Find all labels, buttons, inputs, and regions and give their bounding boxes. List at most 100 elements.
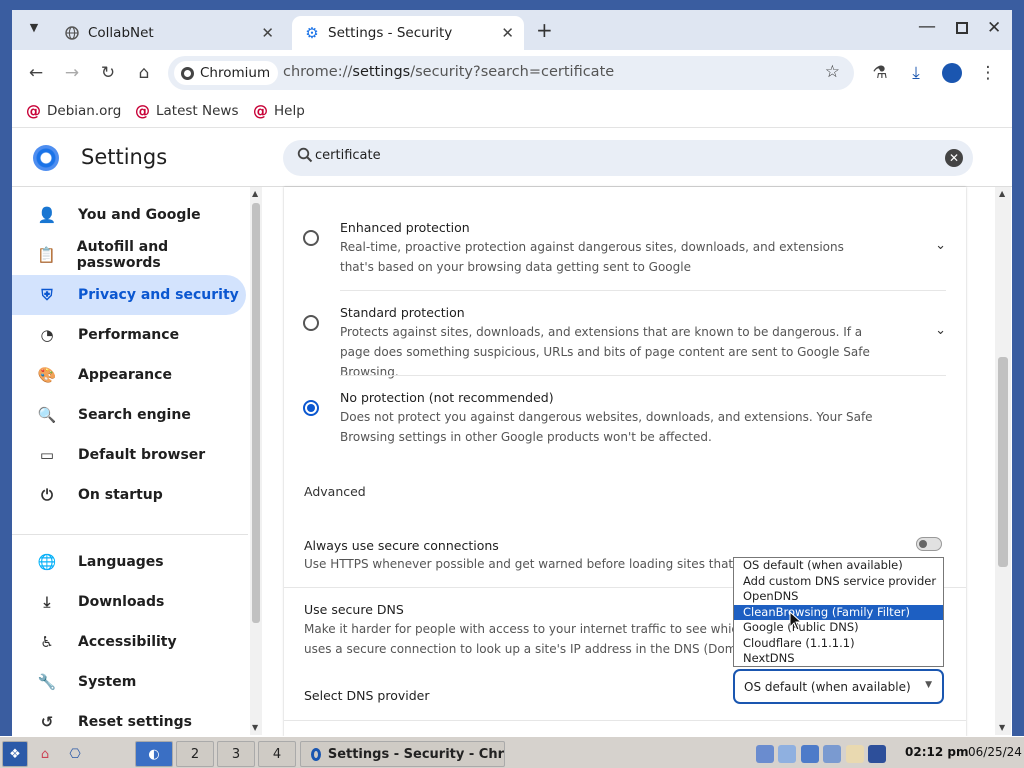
option-description: Protects against sites, downloads, and e… xyxy=(340,325,870,379)
site-info-chip[interactable]: Chromium xyxy=(174,61,279,85)
sidebar-item-autofill[interactable]: 📋 Autofill and passwords xyxy=(12,235,246,275)
sidebar-item-on-startup[interactable]: ⏻ On startup xyxy=(12,475,246,515)
network-icon[interactable]: ⎔ xyxy=(62,741,88,767)
sidebar-item-languages[interactable]: 🌐 Languages xyxy=(12,542,246,582)
settings-search[interactable]: ✕ xyxy=(283,140,973,176)
secure-dns-title: Use secure DNS xyxy=(304,602,404,617)
expand-chevron-icon[interactable]: ⌄ xyxy=(935,238,946,253)
new-tab-button[interactable]: + xyxy=(536,18,553,42)
tray-notes-icon[interactable] xyxy=(846,745,864,763)
tray-network-icon[interactable] xyxy=(756,745,774,763)
enhanced-protection-radio[interactable] xyxy=(303,230,319,246)
tab-collabnet[interactable]: CollabNet ✕ xyxy=(52,16,284,50)
dns-provider-dropdown-list: OS default (when available) Add custom D… xyxy=(733,557,944,667)
profile-avatar-icon[interactable] xyxy=(941,62,963,84)
tab-search-button[interactable]: ▼ xyxy=(24,21,44,39)
settings-sidebar: 👤 You and Google 📋 Autofill and passwords … xyxy=(12,187,252,736)
debian-swirl-icon: @ xyxy=(253,102,268,120)
person-icon: 👤 xyxy=(37,206,57,224)
scroll-down-arrow-icon[interactable]: ▼ xyxy=(252,723,258,732)
workspace-1-button[interactable]: ◐ xyxy=(135,741,173,767)
sidebar-item-search-engine[interactable]: 🔍 Search engine xyxy=(12,395,246,435)
dns-option[interactable]: OpenDNS xyxy=(734,589,943,605)
clock-date: 06/25/24 xyxy=(968,745,1022,759)
clock-time: 02:12 pm xyxy=(905,745,969,759)
clear-search-icon[interactable]: ✕ xyxy=(945,149,963,167)
home-icon[interactable]: ⌂ xyxy=(133,62,155,84)
sidebar-item-system[interactable]: 🔧 System xyxy=(12,662,246,702)
close-tab-icon[interactable]: ✕ xyxy=(501,24,514,42)
tray-update-icon[interactable] xyxy=(823,745,841,763)
labs-flask-icon[interactable]: ⚗ xyxy=(869,62,891,84)
search-input[interactable] xyxy=(315,148,915,163)
dns-option-highlighted[interactable]: CleanBrowsing (Family Filter) xyxy=(734,604,943,620)
gauge-icon: ◔ xyxy=(40,326,54,344)
tray-screen-icon[interactable] xyxy=(868,745,886,763)
url-text[interactable]: chrome://settings/security?search=certif… xyxy=(283,64,614,80)
workspace-2-button[interactable]: 2 xyxy=(176,741,214,767)
clipboard-icon: 📋 xyxy=(37,246,56,264)
tab-settings-security[interactable]: ⚙ Settings - Security ✕ xyxy=(292,16,524,50)
sidebar-item-privacy[interactable]: ⛨ Privacy and security xyxy=(12,275,246,315)
download-icon[interactable]: ⤓ xyxy=(905,62,927,84)
dns-provider-select[interactable]: OS default (when available) ▼ xyxy=(733,669,944,704)
bookmark-star-icon[interactable]: ☆ xyxy=(825,62,840,82)
bookmark-debian[interactable]: @ Debian.org xyxy=(26,102,121,120)
dns-option[interactable]: NextDNS xyxy=(734,651,943,667)
sidebar-item-downloads[interactable]: ⤓ Downloads xyxy=(12,582,246,622)
standard-protection-radio[interactable] xyxy=(303,315,319,331)
secure-dns-description-line2: uses a secure connection to look up a si… xyxy=(304,642,744,656)
home-folder-icon[interactable]: ⌂ xyxy=(32,741,58,767)
close-tab-icon[interactable]: ✕ xyxy=(261,24,274,42)
sidebar-item-default-browser[interactable]: ▭ Default browser xyxy=(12,435,246,475)
taskbar: ❖ ⌂ ⎔ ◐ 2 3 4 Settings - Security - Chr … xyxy=(0,736,1024,768)
sidebar-item-accessibility[interactable]: ♿ Accessibility xyxy=(12,622,246,662)
accessibility-icon: ♿ xyxy=(40,633,54,651)
back-icon[interactable]: ← xyxy=(25,62,47,84)
bookmarks-bar: @ Debian.org @ Latest News @ Help xyxy=(12,96,1012,128)
workspace-4-button[interactable]: 4 xyxy=(258,741,296,767)
gear-icon: ⚙ xyxy=(305,24,319,42)
sidebar-item-reset[interactable]: ↺ Reset settings xyxy=(12,702,246,736)
dns-option[interactable]: Add custom DNS service provider xyxy=(734,574,943,590)
close-window-button[interactable]: ✕ xyxy=(987,18,1001,38)
option-title: Standard protection xyxy=(340,305,465,320)
bookmark-help[interactable]: @ Help xyxy=(253,102,305,120)
palette-icon: 🎨 xyxy=(37,366,57,384)
option-title: Enhanced protection xyxy=(340,220,470,235)
dns-option[interactable]: OS default (when available) xyxy=(734,558,943,574)
minimize-button[interactable]: — xyxy=(918,16,936,37)
start-menu-icon[interactable]: ❖ xyxy=(2,741,28,767)
expand-chevron-icon[interactable]: ⌄ xyxy=(935,323,946,338)
sidebar-item-performance[interactable]: ◔ Performance xyxy=(12,315,246,355)
sidebar-scroll-thumb[interactable] xyxy=(252,203,260,623)
dropdown-arrow-icon: ▼ xyxy=(925,680,932,690)
sidebar-item-you-and-google[interactable]: 👤 You and Google xyxy=(12,195,246,235)
tray-clipboard-icon[interactable] xyxy=(801,745,819,763)
secure-connections-toggle[interactable] xyxy=(916,537,942,551)
workspace-3-button[interactable]: 3 xyxy=(217,741,255,767)
sidebar-item-appearance[interactable]: 🎨 Appearance xyxy=(12,355,246,395)
scroll-up-arrow-icon[interactable]: ▲ xyxy=(252,189,258,198)
dns-option[interactable]: Cloudflare (1.1.1.1) xyxy=(734,636,943,652)
tray-display-icon[interactable] xyxy=(778,745,796,763)
download-icon: ⤓ xyxy=(43,593,51,611)
bookmark-latest-news[interactable]: @ Latest News xyxy=(135,102,239,120)
taskbar-window-settings[interactable]: Settings - Security - Chr xyxy=(300,741,505,767)
wrench-icon: 🔧 xyxy=(37,673,57,691)
divider xyxy=(284,720,966,721)
maximize-button[interactable] xyxy=(956,22,968,34)
scroll-up-arrow-icon[interactable]: ▲ xyxy=(999,189,1005,198)
main-scroll-thumb[interactable] xyxy=(998,357,1008,567)
forward-icon[interactable]: → xyxy=(61,62,83,84)
tab-label: CollabNet xyxy=(88,25,154,41)
main-scrollbar[interactable]: ▲ ▼ xyxy=(995,187,1011,735)
dns-option[interactable]: Google (Public DNS) xyxy=(734,620,943,636)
option-title: No protection (not recommended) xyxy=(340,390,554,405)
address-bar[interactable]: Chromium chrome://settings/security?sear… xyxy=(168,56,854,90)
menu-kebab-icon[interactable]: ⋮ xyxy=(977,62,999,84)
reload-icon[interactable]: ↻ xyxy=(97,62,119,84)
scroll-down-arrow-icon[interactable]: ▼ xyxy=(999,723,1005,732)
sidebar-scrollbar[interactable]: ▲ ▼ xyxy=(250,187,262,735)
no-protection-radio[interactable] xyxy=(303,400,319,416)
